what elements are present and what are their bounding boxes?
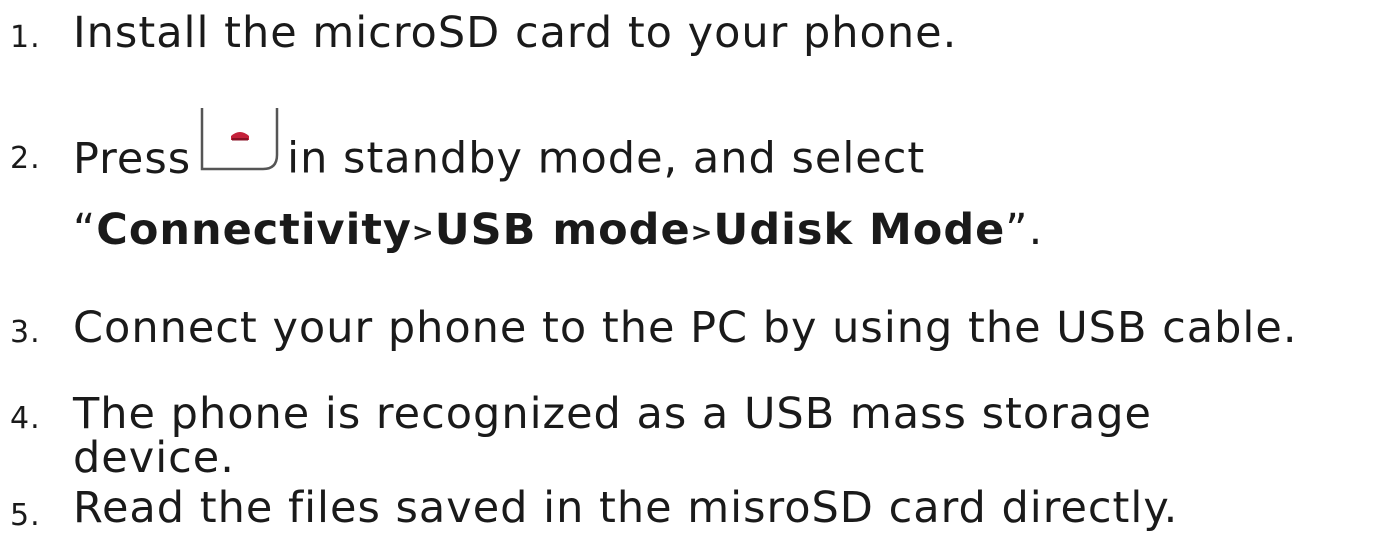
close-quote: ”. (1005, 205, 1044, 255)
menu-path: “Connectivity>USB mode>Udisk Mode”. (73, 205, 1043, 255)
step-number: 3. (10, 315, 41, 350)
menu-path-item-connectivity: Connectivity (96, 205, 412, 255)
step-number: 5. (10, 498, 41, 533)
open-quote: “ (73, 205, 97, 255)
menu-path-separator: > (690, 218, 714, 248)
step-text: Read the files saved in the misroSD card… (73, 483, 1179, 533)
step-text: Connect your phone to the PC by using th… (73, 303, 1298, 353)
step-text-line-2: device. (73, 433, 235, 483)
step-text-line-1: The phone is recognized as a USB mass st… (73, 389, 1152, 439)
phone-menu-key-icon (200, 108, 279, 171)
step-number: 2. (10, 141, 41, 176)
menu-path-separator: > (411, 218, 435, 248)
step-text-prefix: Press (73, 133, 192, 184)
step-text: Install the microSD card to your phone. (73, 8, 958, 58)
menu-path-item-usb-mode: USB mode (434, 205, 691, 255)
step-text-suffix: in standby mode, and select (287, 133, 926, 184)
step-number: 4. (10, 401, 41, 436)
menu-path-item-udisk-mode: Udisk Mode (713, 205, 1006, 255)
step-number: 1. (10, 20, 41, 55)
step-text-line-1: Press in standby mode, and select (73, 108, 926, 194)
